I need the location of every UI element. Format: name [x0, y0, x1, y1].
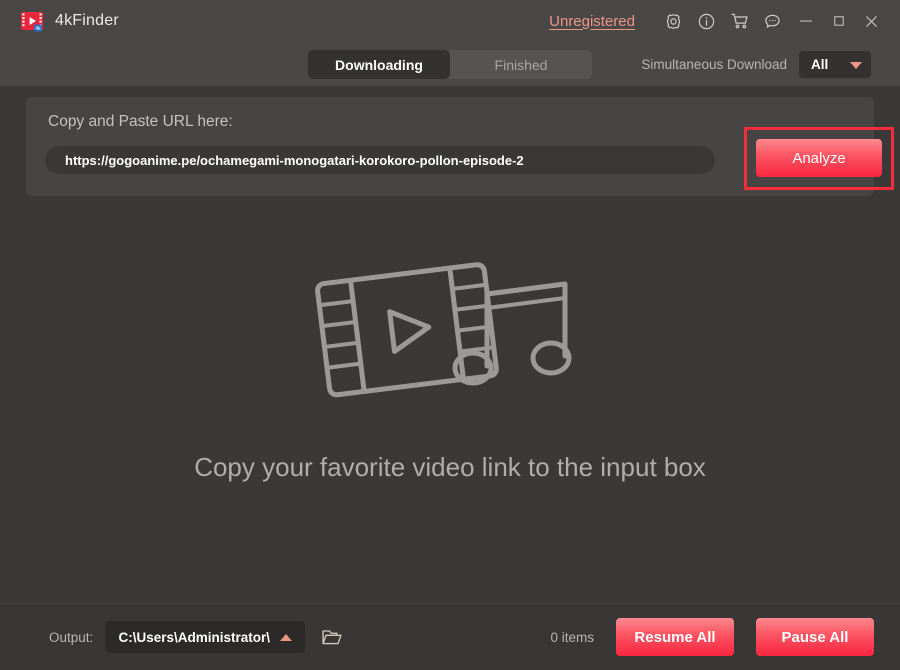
license-status-link[interactable]: Unregistered: [549, 13, 635, 30]
minimize-icon[interactable]: [789, 6, 822, 36]
tab-finished[interactable]: Finished: [450, 50, 592, 79]
feedback-chat-icon[interactable]: [756, 6, 789, 36]
empty-state: Copy your favorite video link to the inp…: [0, 250, 900, 483]
output-label: Output:: [49, 629, 94, 645]
film-play-logo-icon: 4k: [20, 9, 44, 33]
music-note-icon: [452, 281, 572, 386]
empty-state-message: Copy your favorite video link to the inp…: [194, 452, 706, 482]
app-brand: 4k 4kFinder: [20, 9, 119, 33]
simultaneous-download-select[interactable]: All: [799, 50, 871, 78]
output-path-select[interactable]: C:\Users\Administrator\: [105, 621, 306, 653]
app-title: 4kFinder: [55, 12, 119, 29]
view-tabs: Downloading Finished: [308, 50, 592, 79]
simultaneous-download-value: All: [811, 56, 829, 72]
url-input-panel: Copy and Paste URL here: Analyze: [26, 97, 894, 196]
simultaneous-download-label: Simultaneous Download: [641, 56, 787, 72]
pause-all-button[interactable]: Pause All: [756, 618, 874, 656]
open-folder-icon[interactable]: [321, 627, 343, 647]
svg-text:4k: 4k: [35, 26, 41, 32]
url-input[interactable]: [45, 146, 715, 174]
toolbar-row: Downloading Finished Simultaneous Downlo…: [0, 42, 900, 86]
analyze-button[interactable]: Analyze: [756, 139, 882, 177]
app-window: 4k 4kFinder Unregistered Downloading Fin…: [0, 0, 900, 670]
maximize-icon[interactable]: [822, 6, 855, 36]
simultaneous-download-control: Simultaneous Download All: [641, 49, 871, 79]
tab-downloading[interactable]: Downloading: [308, 50, 450, 79]
empty-state-illustration: [0, 250, 900, 410]
info-icon[interactable]: [690, 6, 723, 36]
item-count: 0 items: [550, 629, 594, 645]
url-panel-label: Copy and Paste URL here:: [48, 113, 233, 130]
output-path-value: C:\Users\Administrator\: [118, 629, 271, 645]
chevron-down-icon: [850, 61, 862, 69]
resume-all-button[interactable]: Resume All: [616, 618, 734, 656]
title-bar: 4k 4kFinder Unregistered: [0, 0, 900, 42]
cart-icon[interactable]: [723, 6, 756, 36]
film-strip-play-icon: [315, 262, 499, 398]
chevron-up-icon: [280, 633, 293, 641]
titlebar-actions: Unregistered: [549, 0, 900, 42]
close-icon[interactable]: [855, 6, 888, 36]
settings-gear-icon[interactable]: [657, 6, 690, 36]
footer-bar: Output: C:\Users\Administrator\ 0 items …: [0, 603, 900, 670]
